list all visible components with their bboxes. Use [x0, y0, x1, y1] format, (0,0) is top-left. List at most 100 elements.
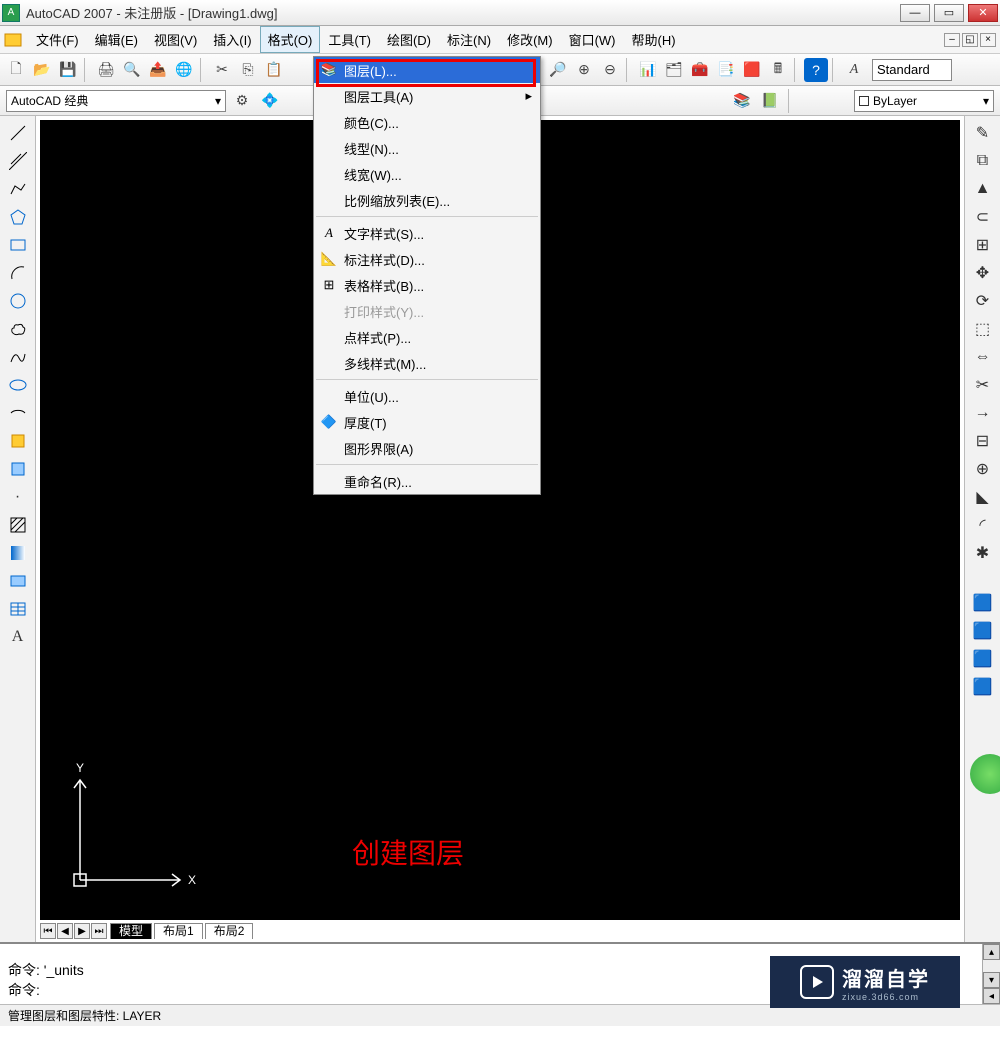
- minimize-button[interactable]: —: [900, 4, 930, 22]
- menu-units[interactable]: 单位(U)...: [314, 383, 540, 409]
- open-icon[interactable]: 📂: [30, 58, 54, 82]
- hatch-icon[interactable]: [5, 512, 31, 538]
- menu-modify[interactable]: 修改(M): [499, 26, 561, 53]
- order-above-icon[interactable]: 🟦: [970, 646, 996, 672]
- make-block-icon[interactable]: [5, 456, 31, 482]
- menu-dim[interactable]: 标注(N): [439, 26, 499, 53]
- scroll-left-icon[interactable]: ◂: [983, 988, 1000, 1004]
- array-icon[interactable]: ⊞: [970, 232, 996, 258]
- cut-icon[interactable]: ✂: [210, 58, 234, 82]
- break-icon[interactable]: ⊟: [970, 428, 996, 454]
- copy-icon[interactable]: ⎘: [236, 58, 260, 82]
- erase-icon[interactable]: ✎: [970, 120, 996, 146]
- mdi-close[interactable]: ×: [980, 33, 996, 47]
- tab-last[interactable]: ⏭: [91, 923, 107, 939]
- calc-icon[interactable]: 🖩: [766, 58, 790, 82]
- circle-icon[interactable]: [5, 288, 31, 314]
- tab-layout1[interactable]: 布局1: [154, 923, 203, 939]
- zoom-prev-icon[interactable]: ⊖: [598, 58, 622, 82]
- designcenter-icon[interactable]: 🗂: [662, 58, 686, 82]
- textstyle-icon[interactable]: A: [842, 58, 866, 82]
- zoom-rt-icon[interactable]: 🔎: [546, 58, 570, 82]
- maximize-button[interactable]: ▭: [934, 4, 964, 22]
- menu-draw[interactable]: 绘图(D): [379, 26, 439, 53]
- menu-insert[interactable]: 插入(I): [205, 26, 259, 53]
- tab-first[interactable]: ⏮: [40, 923, 56, 939]
- menu-help[interactable]: 帮助(H): [624, 26, 684, 53]
- scale-icon[interactable]: ⬚: [970, 316, 996, 342]
- gradient-icon[interactable]: [5, 540, 31, 566]
- scroll-down-icon[interactable]: ▾: [983, 972, 1000, 988]
- new-icon[interactable]: 🗋: [4, 58, 28, 82]
- tab-model[interactable]: 模型: [110, 923, 152, 939]
- polyline-icon[interactable]: [5, 176, 31, 202]
- menu-format[interactable]: 格式(O): [260, 26, 321, 53]
- sheetset-icon[interactable]: 📑: [714, 58, 738, 82]
- order-under-icon[interactable]: 🟦: [970, 674, 996, 700]
- save-icon[interactable]: 💾: [56, 58, 80, 82]
- cmd-scrollbar[interactable]: ▴ ▾ ◂: [982, 944, 1000, 1004]
- revcloud-icon[interactable]: [5, 316, 31, 342]
- trim-icon[interactable]: ✂: [970, 372, 996, 398]
- rotate-icon[interactable]: ⟳: [970, 288, 996, 314]
- mdi-restore[interactable]: ◱: [962, 33, 978, 47]
- tab-prev[interactable]: ◀: [57, 923, 73, 939]
- menu-layer[interactable]: 📚图层(L)...: [314, 57, 540, 83]
- preview-icon[interactable]: 🔍: [120, 58, 144, 82]
- menu-drawlimits[interactable]: 图形界限(A): [314, 435, 540, 461]
- offset-icon[interactable]: ⊂: [970, 204, 996, 230]
- tab-next[interactable]: ▶: [74, 923, 90, 939]
- ws-save-icon[interactable]: 💠: [258, 89, 282, 113]
- style-combo[interactable]: Standard: [872, 59, 952, 81]
- xline-icon[interactable]: [5, 148, 31, 174]
- paste-icon[interactable]: 📋: [262, 58, 286, 82]
- markup-icon[interactable]: 🟥: [740, 58, 764, 82]
- menu-pointstyle[interactable]: 点样式(P)...: [314, 324, 540, 350]
- explode-icon[interactable]: ✱: [970, 540, 996, 566]
- menu-thickness[interactable]: 🔷厚度(T): [314, 409, 540, 435]
- order-front-icon[interactable]: 🟦: [970, 590, 996, 616]
- line-icon[interactable]: [5, 120, 31, 146]
- print-icon[interactable]: 🖨: [94, 58, 118, 82]
- zoom-win-icon[interactable]: ⊕: [572, 58, 596, 82]
- insert-block-icon[interactable]: [5, 428, 31, 454]
- rectangle-icon[interactable]: [5, 232, 31, 258]
- fillet-icon[interactable]: ◜: [970, 512, 996, 538]
- ellipse-icon[interactable]: [5, 372, 31, 398]
- publish-icon[interactable]: 📤: [146, 58, 170, 82]
- move-icon[interactable]: ✥: [970, 260, 996, 286]
- menu-view[interactable]: 视图(V): [146, 26, 205, 53]
- layer-states-icon[interactable]: 📗: [758, 89, 782, 113]
- menu-edit[interactable]: 编辑(E): [87, 26, 146, 53]
- close-button[interactable]: ✕: [968, 4, 998, 22]
- chamfer-icon[interactable]: ◣: [970, 484, 996, 510]
- copy-obj-icon[interactable]: ⧉: [970, 148, 996, 174]
- toolpalette-icon[interactable]: 🧰: [688, 58, 712, 82]
- arc-icon[interactable]: [5, 260, 31, 286]
- stretch-icon[interactable]: ⇔: [970, 344, 996, 370]
- bylayer-combo[interactable]: ByLayer▾: [854, 90, 994, 112]
- extend-icon[interactable]: →: [970, 400, 996, 426]
- polygon-icon[interactable]: [5, 204, 31, 230]
- mirror-icon[interactable]: ▲: [970, 176, 996, 202]
- menu-scalelist[interactable]: 比例缩放列表(E)...: [314, 187, 540, 213]
- menu-tools[interactable]: 工具(T): [320, 26, 379, 53]
- menu-window[interactable]: 窗口(W): [561, 26, 624, 53]
- scroll-up-icon[interactable]: ▴: [983, 944, 1000, 960]
- region-icon[interactable]: [5, 568, 31, 594]
- menu-layertool[interactable]: 图层工具(A)▸: [314, 83, 540, 109]
- spline-icon[interactable]: [5, 344, 31, 370]
- join-icon[interactable]: ⊕: [970, 456, 996, 482]
- menu-lineweight[interactable]: 线宽(W)...: [314, 161, 540, 187]
- point-icon[interactable]: ·: [5, 484, 31, 510]
- menu-textstyle[interactable]: A文字样式(S)...: [314, 220, 540, 246]
- menu-linetype[interactable]: 线型(N)...: [314, 135, 540, 161]
- layer-prev-icon[interactable]: 📚: [730, 89, 754, 113]
- ws-settings-icon[interactable]: ⚙: [230, 89, 254, 113]
- table-icon[interactable]: [5, 596, 31, 622]
- menu-color[interactable]: 颜色(C)...: [314, 109, 540, 135]
- order-back-icon[interactable]: 🟦: [970, 618, 996, 644]
- properties-icon[interactable]: 📊: [636, 58, 660, 82]
- mtext-icon[interactable]: A: [5, 624, 31, 650]
- menu-mlinestyle[interactable]: 多线样式(M)...: [314, 350, 540, 376]
